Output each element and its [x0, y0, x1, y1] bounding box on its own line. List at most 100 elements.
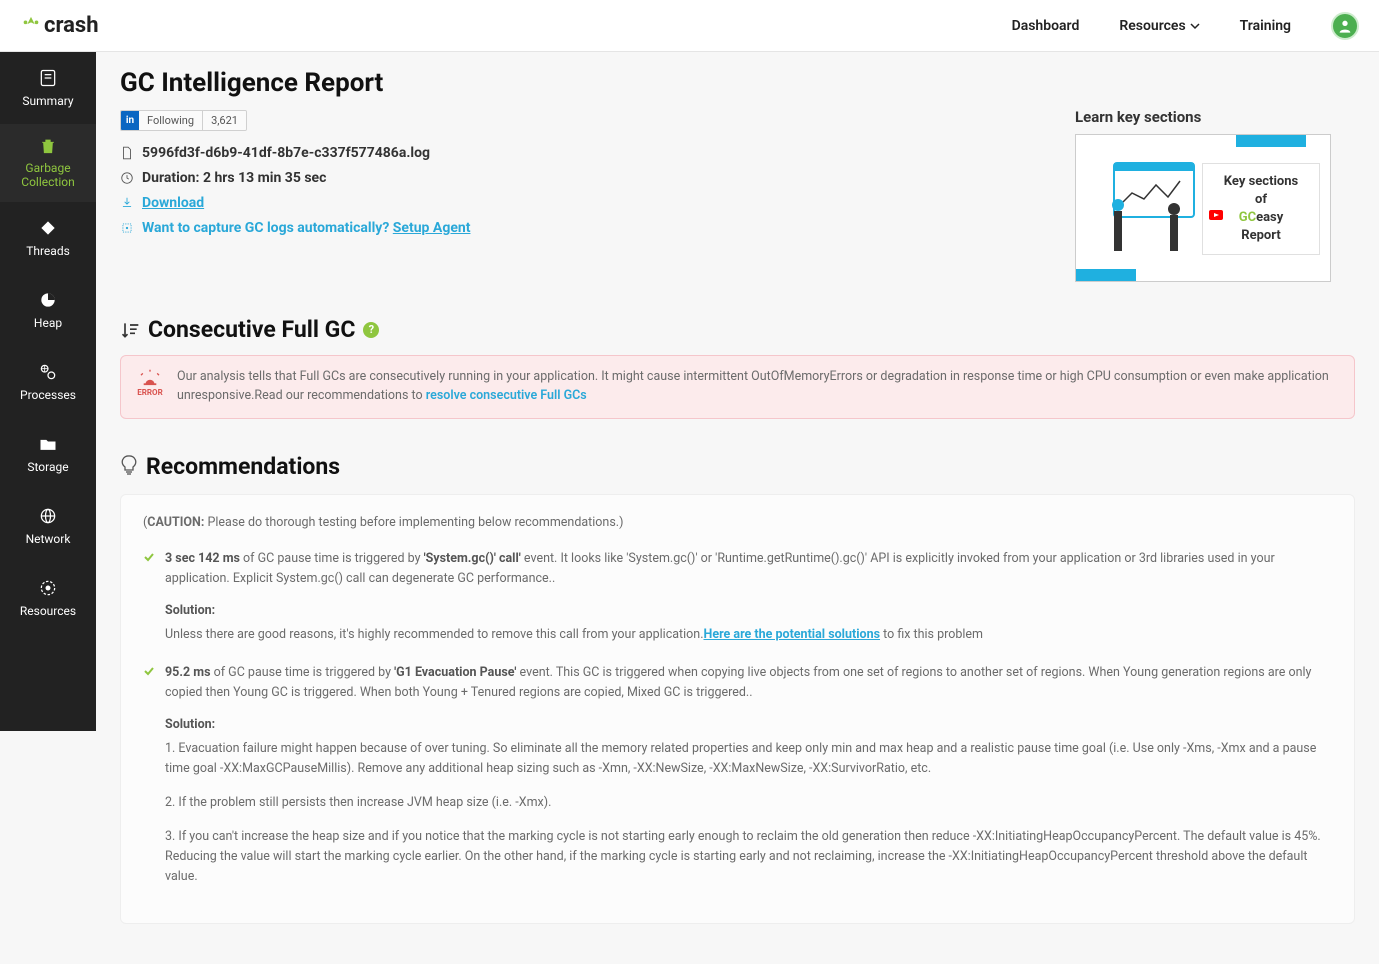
potential-solutions-link[interactable]: Here are the potential solutions [704, 627, 881, 642]
duration-row: Duration: 2 hrs 13 min 35 sec [120, 170, 1035, 186]
setup-agent-link[interactable]: Setup Agent [393, 220, 471, 236]
nav-resources[interactable]: Resources [1119, 18, 1199, 34]
storage-icon [38, 434, 58, 454]
sidebar-label: Heap [34, 316, 62, 330]
recommendation-item: 95.2 ms of GC pause time is triggered by… [143, 663, 1332, 887]
sidebar-item-network[interactable]: Network [0, 490, 96, 562]
alarm-icon [139, 368, 161, 386]
filename: 5996fd3f-d6b9-41df-8b7e-c337f577486a.log [142, 145, 430, 161]
sidebar-label: Processes [20, 388, 76, 402]
linkedin-follow-badge[interactable]: in Following 3,621 [120, 110, 247, 131]
nav-resources-label: Resources [1119, 18, 1185, 34]
error-alert: ERROR Our analysis tells that Full GCs a… [120, 355, 1355, 419]
solution-text: 1. Evacuation failure might happen becau… [165, 739, 1332, 779]
linkedin-follower-count: 3,621 [202, 111, 246, 130]
video-illustration [1100, 157, 1216, 265]
error-label: ERROR [137, 387, 162, 399]
rec-text: of GC pause time is triggered by [211, 665, 395, 680]
solution-label: Solution: [165, 601, 1332, 621]
logo-icon [20, 15, 42, 37]
learn-sections-title: Learn key sections [1075, 108, 1355, 126]
solution-text: to fix this problem [880, 627, 983, 642]
video-line: GC [1239, 210, 1256, 225]
trash-icon [39, 137, 57, 155]
video-line: Report [1241, 227, 1280, 245]
sidebar-label: Threads [26, 244, 70, 258]
check-icon [143, 665, 155, 677]
rec-trigger: 'System.gc()' call' [424, 551, 521, 566]
consecutive-full-gc-header: Consecutive Full GC ? [120, 316, 1355, 343]
alert-text: Our analysis tells that Full GCs are con… [177, 368, 1340, 406]
sidebar-label: Network [26, 532, 71, 546]
file-icon [120, 146, 134, 160]
sidebar-item-summary[interactable]: Summary [0, 52, 96, 124]
bulb-icon [120, 455, 138, 477]
solution-label: Solution: [165, 715, 1332, 735]
sidebar-label: Storage [27, 460, 68, 474]
download-icon [120, 196, 134, 210]
sidebar-item-storage[interactable]: Storage [0, 418, 96, 490]
video-line: easy [1256, 210, 1283, 225]
video-line: Key sections [1224, 173, 1298, 191]
video-line: of [1255, 191, 1267, 209]
capture-prompt: Want to capture GC logs automatically? [142, 220, 393, 236]
avatar[interactable] [1331, 12, 1359, 40]
nav-dashboard[interactable]: Dashboard [1012, 18, 1080, 34]
logo[interactable]: crash [20, 13, 99, 38]
sidebar-item-processes[interactable]: Processes [0, 346, 96, 418]
caution-label: CAUTION: [147, 515, 204, 530]
solution-text: 3. If you can't increase the heap size a… [165, 827, 1332, 887]
rec-text: of GC pause time is triggered by [240, 551, 424, 566]
caution-line: (CAUTION: Please do thorough testing bef… [143, 513, 1332, 533]
download-row: Download [120, 195, 1035, 211]
sidebar-item-threads[interactable]: Threads [0, 202, 96, 274]
sidebar-label: Summary [22, 94, 73, 108]
rec-trigger: 'G1 Evacuation Pause' [394, 665, 516, 680]
download-link[interactable]: Download [142, 195, 204, 211]
help-icon[interactable]: ? [363, 322, 379, 338]
sidebar: Summary Garbage Collection Threads Heap … [0, 52, 96, 731]
heap-icon [38, 290, 58, 310]
topnav: Dashboard Resources Training [1012, 12, 1359, 40]
rec-time: 95.2 ms [165, 665, 211, 680]
processes-icon [38, 362, 58, 382]
sidebar-label: Garbage Collection [0, 161, 96, 190]
topbar: crash Dashboard Resources Training [0, 0, 1379, 52]
sort-icon [120, 320, 140, 340]
sidebar-item-garbage-collection[interactable]: Garbage Collection [0, 124, 96, 202]
recommendations-header: Recommendations [120, 453, 1355, 480]
recommendations-box: (CAUTION: Please do thorough testing bef… [120, 494, 1355, 924]
video-card-text: Key sections of GCeasy Report [1202, 163, 1320, 255]
chevron-down-icon [1190, 21, 1200, 31]
solution-text: Unless there are good reasons, it's high… [165, 627, 704, 642]
clock-icon [120, 171, 134, 185]
check-icon [143, 551, 155, 563]
threads-icon [38, 218, 58, 238]
video-decoration [1236, 135, 1306, 147]
solution-text: 2. If the problem still persists then in… [165, 793, 1332, 813]
user-icon [1337, 18, 1353, 34]
youtube-icon [1209, 210, 1223, 220]
page-title: GC Intelligence Report [120, 68, 1355, 98]
resources-icon [38, 578, 58, 598]
caution-text: Please do thorough testing before implem… [204, 515, 623, 530]
sidebar-item-heap[interactable]: Heap [0, 274, 96, 346]
sidebar-item-resources[interactable]: Resources [0, 562, 96, 634]
video-decoration [1076, 269, 1136, 281]
nav-training[interactable]: Training [1240, 18, 1291, 34]
duration-value: 2 hrs 13 min 35 sec [203, 170, 326, 186]
recommendation-item: 3 sec 142 ms of GC pause time is trigger… [143, 549, 1332, 645]
error-badge: ERROR [135, 368, 165, 399]
file-row: 5996fd3f-d6b9-41df-8b7e-c337f577486a.log [120, 145, 1035, 161]
target-icon [120, 221, 134, 235]
rec-time: 3 sec 142 ms [165, 551, 240, 566]
brand-text: crash [44, 13, 99, 38]
linkedin-icon: in [121, 111, 139, 130]
sidebar-label: Resources [20, 604, 76, 618]
alert-body: Our analysis tells that Full GCs are con… [177, 369, 1329, 403]
learn-video-thumbnail[interactable]: Key sections of GCeasy Report [1075, 134, 1331, 282]
linkedin-following-label: Following [139, 111, 202, 130]
section-title: Recommendations [146, 453, 340, 480]
resolve-link[interactable]: resolve consecutive Full GCs [426, 388, 587, 403]
duration-label: Duration: [142, 170, 203, 186]
